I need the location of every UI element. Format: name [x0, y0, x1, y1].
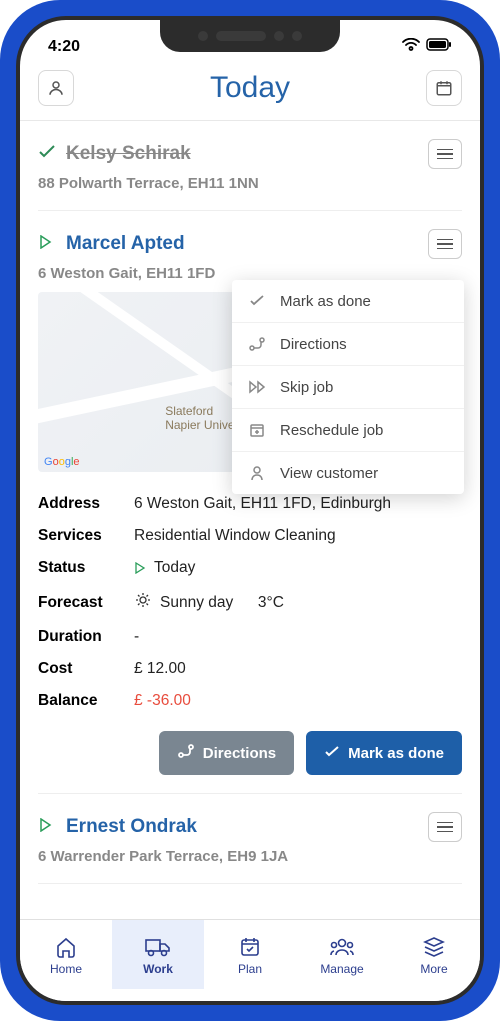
person-icon — [248, 464, 266, 482]
clock-time: 4:20 — [48, 38, 80, 56]
menu-label: Reschedule job — [280, 422, 383, 439]
job-address: 88 Polwarth Terrace, EH11 1NN — [38, 175, 462, 192]
bottom-nav: Home Work Plan Manage More — [20, 919, 480, 1001]
button-label: Directions — [203, 745, 276, 762]
nav-label: Manage — [320, 962, 363, 976]
layers-icon — [422, 934, 446, 960]
page-title: Today — [210, 71, 290, 105]
detail-value: 6 Weston Gait, EH11 1FD, Edinburgh — [134, 495, 391, 513]
device-notch — [160, 20, 340, 52]
google-attribution: Google — [44, 456, 80, 468]
nav-more[interactable]: More — [388, 920, 480, 989]
hamburger-icon — [437, 149, 453, 160]
nav-label: More — [420, 962, 447, 976]
job-details: Address6 Weston Gait, EH11 1FD, Edinburg… — [38, 488, 462, 717]
people-icon — [329, 934, 355, 960]
mark-done-button[interactable]: Mark as done — [306, 731, 462, 775]
menu-view-customer[interactable]: View customer — [232, 452, 464, 494]
check-icon — [248, 292, 266, 310]
route-icon — [248, 335, 266, 353]
nav-label: Home — [50, 962, 82, 976]
nav-plan[interactable]: Plan — [204, 920, 296, 989]
job-card: Kelsy Schirak 88 Polwarth Terrace, EH11 … — [38, 121, 462, 211]
calendar-plus-icon — [248, 421, 266, 439]
directions-button[interactable]: Directions — [159, 731, 294, 775]
screen: 4:20 Today Kelsy Schirak 88 Polwarth Ter… — [20, 20, 480, 1001]
menu-label: View customer — [280, 465, 378, 482]
nav-work[interactable]: Work — [112, 920, 204, 989]
battery-icon — [426, 38, 452, 56]
hamburger-icon — [437, 822, 453, 833]
job-card-expanded: Marcel Apted 6 Weston Gait, EH11 1FD Sla… — [38, 211, 462, 794]
detail-value: Today — [134, 559, 195, 577]
detail-value: - — [134, 628, 139, 646]
nav-label: Plan — [238, 962, 262, 976]
job-customer-name[interactable]: Kelsy Schirak — [66, 143, 191, 165]
play-icon — [38, 235, 56, 254]
job-menu-button[interactable] — [428, 139, 462, 169]
calendar-check-icon — [239, 934, 261, 960]
calendar-button[interactable] — [426, 70, 462, 106]
menu-label: Skip job — [280, 379, 333, 396]
menu-mark-done[interactable]: Mark as done — [232, 280, 464, 323]
detail-value: Residential Window Cleaning — [134, 527, 336, 545]
skip-icon — [248, 378, 266, 396]
menu-reschedule[interactable]: Reschedule job — [232, 409, 464, 452]
phone-frame: 4:20 Today Kelsy Schirak 88 Polwarth Ter… — [0, 0, 500, 1021]
check-icon — [38, 145, 56, 164]
menu-skip[interactable]: Skip job — [232, 366, 464, 409]
sun-icon — [134, 591, 152, 614]
detail-label: Forecast — [38, 594, 134, 612]
detail-label: Cost — [38, 660, 134, 678]
menu-label: Mark as done — [280, 293, 371, 310]
detail-label: Balance — [38, 692, 134, 710]
nav-label: Work — [143, 962, 173, 976]
job-card: Ernest Ondrak 6 Warrender Park Terrace, … — [38, 794, 462, 884]
detail-label: Duration — [38, 628, 134, 646]
job-address: 6 Warrender Park Terrace, EH9 1JA — [38, 848, 462, 865]
play-icon — [134, 562, 146, 574]
app-header: Today — [20, 62, 480, 121]
wifi-icon — [402, 38, 420, 57]
profile-button[interactable] — [38, 70, 74, 106]
detail-value: £ 12.00 — [134, 660, 186, 678]
job-menu-button[interactable] — [428, 229, 462, 259]
job-customer-name[interactable]: Marcel Apted — [66, 233, 185, 255]
menu-label: Directions — [280, 336, 347, 353]
detail-label: Services — [38, 527, 134, 545]
hamburger-icon — [437, 239, 453, 250]
button-label: Mark as done — [348, 745, 444, 762]
nav-manage[interactable]: Manage — [296, 920, 388, 989]
job-menu-button[interactable] — [428, 812, 462, 842]
home-icon — [54, 934, 78, 960]
check-icon — [324, 745, 340, 762]
truck-icon — [144, 934, 172, 960]
nav-home[interactable]: Home — [20, 920, 112, 989]
job-list: Kelsy Schirak 88 Polwarth Terrace, EH11 … — [20, 121, 480, 919]
phone-bezel: 4:20 Today Kelsy Schirak 88 Polwarth Ter… — [16, 16, 484, 1005]
detail-value-balance: £ -36.00 — [134, 692, 191, 710]
menu-directions[interactable]: Directions — [232, 323, 464, 366]
route-icon — [177, 743, 195, 763]
detail-label: Address — [38, 495, 134, 513]
job-context-menu: Mark as done Directions Skip job Resched… — [232, 280, 464, 494]
play-icon — [38, 818, 56, 837]
detail-label: Status — [38, 559, 134, 577]
job-customer-name[interactable]: Ernest Ondrak — [66, 816, 197, 838]
detail-value: Sunny day 3°C — [134, 591, 284, 614]
